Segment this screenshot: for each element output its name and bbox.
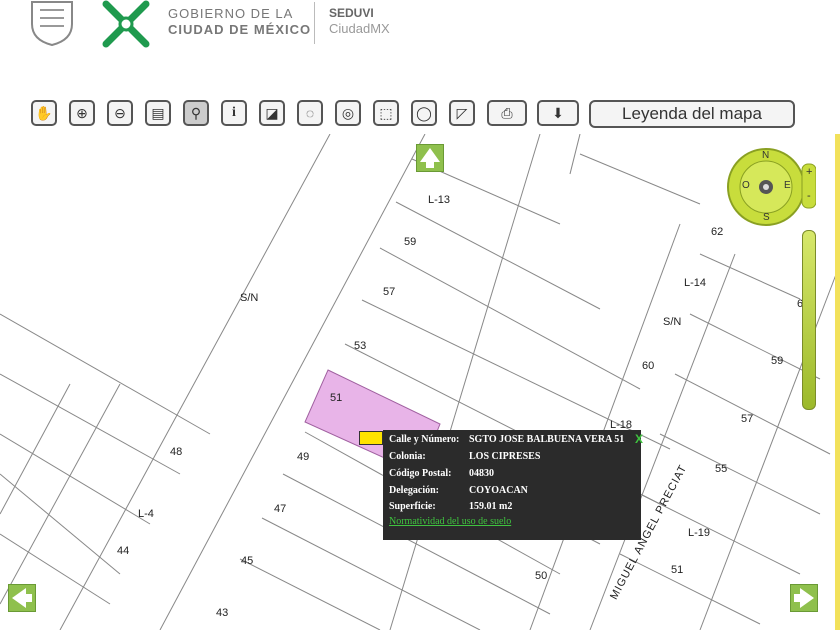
popup-street-key: Calle y Número: [389,434,460,445]
agency-sub: CiudadMX [329,21,390,36]
select-lasso-button[interactable]: ◯ [411,100,437,126]
lot-label: L-19 [688,527,711,539]
lot-label: 50 [535,570,548,582]
popup-superficie-key: Superficie: [389,501,436,512]
download-icon: ⬇ [552,104,564,121]
popup-superficie-value: 159.01 m2 [469,501,513,512]
map-legend-button[interactable]: Leyenda del mapa [589,100,795,128]
zoom-plus-button[interactable]: + [806,166,812,178]
arrow-up-icon [420,148,440,168]
zoom-out-icon: ⊖ [114,104,126,121]
compass-icon [727,148,816,226]
lot-label: 53 [354,340,367,352]
zoom-in-button[interactable]: ⊕ [69,100,95,126]
compass-north[interactable]: N [762,150,769,161]
download-button[interactable]: ⬇ [537,100,579,126]
parcel-marker-icon [359,431,383,445]
divider [314,2,315,44]
info-icon: i [232,105,236,120]
popup-cp-key: Código Postal: [389,468,452,479]
popup-street-value: SGTO JOSE BALBUENA VERA 51 [469,434,625,445]
agency-title: SEDUVI CiudadMX [329,6,390,36]
popup-colonia-value: LOS CIPRESES [469,451,541,462]
clear-button[interactable]: ◪ [259,100,285,126]
lot-label: 55 [715,463,728,475]
pin-tool-icon: ⚲ [190,104,202,121]
hand-icon: ✋ [35,104,53,121]
lot-label: 51 [671,564,684,576]
brand-line2: CIUDAD DE MÉXICO [168,22,312,37]
select-lasso-icon: ◯ [416,104,432,121]
refresh-icon: ◌ [305,105,315,121]
lot-label: 59 [404,236,417,248]
lot-label: L-14 [684,277,707,289]
map-edge-bar [835,134,840,630]
print-icon: ⎙ [501,104,513,121]
eraser-icon: ◪ [265,104,279,121]
agency-name: SEDUVI [329,6,374,20]
lot-label: 62 [711,226,724,238]
map-canvas[interactable]: L-13 59 62 S/N 57 L-14 S/N 6 53 60 59 51… [0,134,840,630]
header: GOBIERNO DE LA CIUDAD DE MÉXICO SEDUVI C… [0,0,840,58]
lot-label: 44 [117,545,130,557]
compass-east[interactable]: E [784,180,791,191]
zoom-slider[interactable] [802,230,816,410]
pan-up-button[interactable] [416,144,444,172]
lot-label: 57 [741,413,754,425]
lot-label: 60 [642,360,655,372]
compass-south[interactable]: S [763,212,770,223]
measure-button[interactable]: ▤ [145,100,171,126]
select-rect-icon: ⬚ [379,104,393,121]
arrow-right-icon [794,588,814,608]
cdmx-logo-icon [102,0,150,48]
radius-icon: ◎ [341,104,355,121]
popup-cp-value: 04830 [469,468,494,479]
select-poly-icon: ◸ [456,104,468,121]
lot-label: S/N [240,292,259,304]
compass-control[interactable]: N S E O + - [726,146,816,228]
select-poly-button[interactable]: ◸ [449,100,475,126]
popup-delegacion-value: COYOACAN [469,485,528,496]
compass-west[interactable]: O [742,180,750,191]
identify-button[interactable]: ⚲ [183,100,209,126]
lot-label: L-13 [428,194,451,206]
select-rect-button[interactable]: ⬚ [373,100,399,126]
lot-label: L-4 [138,508,154,520]
brand-title: GOBIERNO DE LA CIUDAD DE MÉXICO [168,6,311,38]
brand-line1: GOBIERNO DE LA [168,6,294,21]
popup-close-button[interactable]: X [635,432,643,446]
popup-delegacion-key: Delegación: [389,485,439,496]
lot-label: 59 [771,355,784,367]
zoom-minus-button[interactable]: - [807,190,811,202]
pan-left-button[interactable] [8,584,36,612]
info-button[interactable]: i [221,100,247,126]
lot-label: 49 [297,451,310,463]
print-button[interactable]: ⎙ [487,100,527,126]
coat-of-arms-icon [31,1,73,46]
zoom-out-button[interactable]: ⊖ [107,100,133,126]
refresh-button[interactable]: ◌ [297,100,323,126]
zoom-in-icon: ⊕ [76,104,88,121]
lot-label: 43 [216,607,229,619]
pan-hand-button[interactable]: ✋ [31,100,57,126]
radius-button[interactable]: ◎ [335,100,361,126]
lot-label: 45 [241,555,254,567]
ruler-icon: ▤ [151,104,165,121]
land-use-link[interactable]: Normatividad del uso de suelo [389,516,511,527]
arrow-left-icon [12,588,32,608]
popup-colonia-key: Colonia: [389,451,426,462]
pan-right-button[interactable] [790,584,818,612]
lot-label: S/N [663,316,682,328]
lot-label: 48 [170,446,183,458]
lot-label: 47 [274,503,287,515]
map-toolbar: ✋ ⊕ ⊖ ▤ ⚲ i ◪ ◌ ◎ ⬚ ◯ ◸ ⎙ ⬇ Leyenda del … [0,98,840,132]
parcel-info-popup: Calle y Número: SGTO JOSE BALBUENA VERA … [383,430,643,540]
lot-label: 57 [383,286,396,298]
lot-label: 51 [330,392,343,404]
